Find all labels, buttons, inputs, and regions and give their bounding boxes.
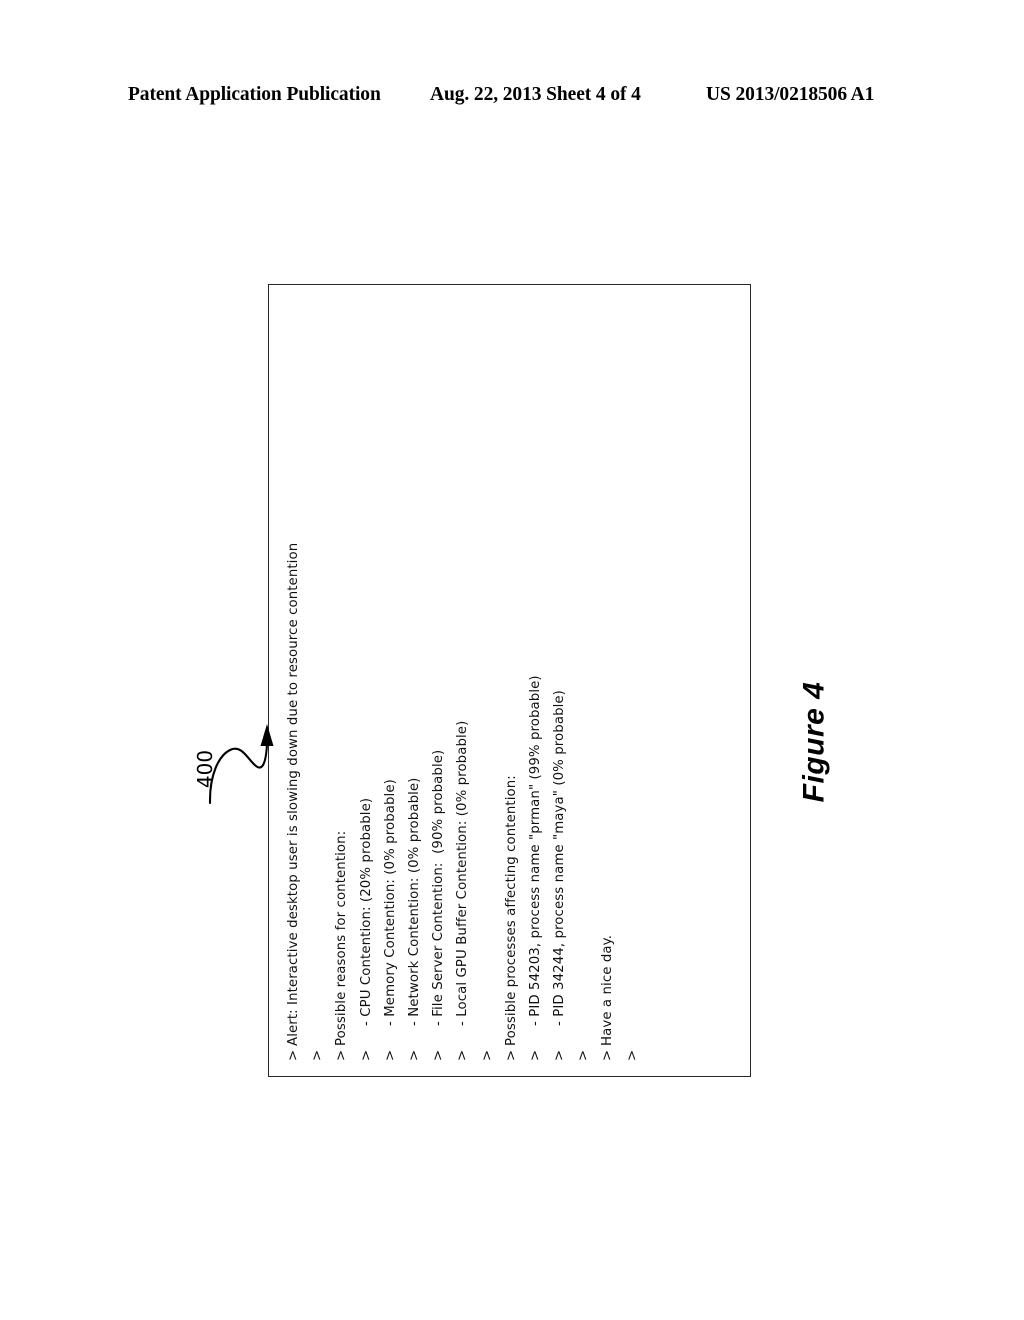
- console-line-text: Possible processes affecting contention:: [503, 775, 519, 1046]
- console-prompt-symbol: >: [600, 1049, 616, 1061]
- console-line-text: - Local GPU Buffer Contention: (0% proba…: [455, 720, 471, 1026]
- console-prompt-symbol: >: [286, 1049, 301, 1061]
- publication-number-label: US 2013/0218506 A1: [706, 84, 875, 105]
- console-line: > - Memory Contention: (0% probable): [379, 301, 403, 1061]
- console-line: > - PID 34244, process name "maya" (0% pr…: [548, 301, 572, 1061]
- console-line: >: [476, 301, 500, 1061]
- console-line-text: - Memory Contention: (0% probable): [382, 779, 398, 1026]
- console-prompt-symbol: >: [624, 1049, 640, 1061]
- console-line: > - CPU Contention: (20% probable): [355, 301, 379, 1061]
- console-line: >: [306, 301, 330, 1061]
- console-line-text: - Network Contention: (0% probable): [406, 777, 422, 1026]
- console-line: > - PID 54203, process name "prman" (99% …: [524, 301, 548, 1061]
- console-line-text: - PID 34244, process name "maya" (0% pro…: [552, 690, 568, 1026]
- console-line-text: - File Server Contention: (90% probable): [431, 749, 447, 1026]
- console-line: > - File Server Contention: (90% probable…: [427, 301, 451, 1061]
- console-line-list: >Alert: Interactive desktop user is slow…: [282, 301, 645, 1061]
- console-prompt-symbol: >: [406, 1049, 422, 1061]
- console-prompt-symbol: >: [455, 1049, 471, 1061]
- patent-page-header: Patent Application Publication Aug. 22, …: [0, 84, 1024, 114]
- console-prompt-symbol: >: [310, 1049, 326, 1061]
- figure-caption-text: Figure 4: [796, 681, 830, 803]
- console-line: > Possible reasons for contention:: [330, 301, 354, 1061]
- console-line: > - Network Contention: (0% probable): [403, 301, 427, 1061]
- console-prompt-symbol: >: [431, 1049, 447, 1061]
- figure-caption: Figure 4: [744, 672, 884, 812]
- console-line-text: - PID 54203, process name "prman" (99% p…: [527, 675, 543, 1026]
- console-line: > Have a nice day.: [596, 301, 620, 1061]
- console-prompt-symbol: >: [552, 1049, 568, 1061]
- console-line-text: Have a nice day.: [600, 934, 616, 1046]
- publication-type-label: Patent Application Publication: [128, 84, 381, 105]
- console-prompt-symbol: >: [527, 1049, 543, 1061]
- console-prompt-symbol: >: [576, 1049, 592, 1061]
- console-line: >: [572, 301, 596, 1061]
- console-line: >: [621, 301, 645, 1061]
- console-line: > Possible processes affecting contention…: [500, 301, 524, 1061]
- console-line-text: - CPU Contention: (20% probable): [358, 797, 374, 1026]
- console-output-region: >Alert: Interactive desktop user is slow…: [268, 284, 751, 1077]
- console-line: > - Local GPU Buffer Contention: (0% prob…: [451, 301, 475, 1061]
- console-prompt-symbol: >: [503, 1049, 519, 1061]
- console-prompt-symbol: >: [334, 1049, 350, 1061]
- console-prompt-symbol: >: [479, 1049, 495, 1061]
- console-prompt-symbol: >: [382, 1049, 398, 1061]
- curved-leader-arrow-icon: [208, 724, 274, 805]
- console-line-text: Possible reasons for contention:: [334, 830, 350, 1046]
- publication-date-sheet-label: Aug. 22, 2013 Sheet 4 of 4: [430, 84, 641, 105]
- console-rotation-wrapper: >Alert: Interactive desktop user is slow…: [268, 284, 751, 1077]
- console-prompt-symbol: >: [358, 1049, 374, 1061]
